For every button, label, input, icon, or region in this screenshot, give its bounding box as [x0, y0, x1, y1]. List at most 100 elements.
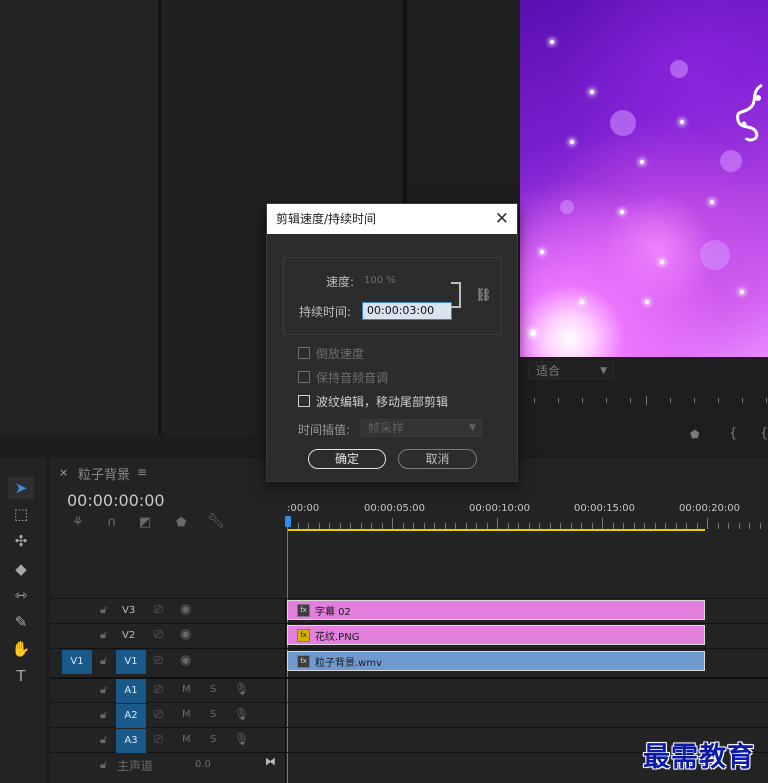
lock-icon[interactable]: 🔓︎	[100, 683, 107, 697]
microphone-icon[interactable]: 🎙︎	[234, 707, 249, 721]
clip-v3[interactable]: fx 字幕 02	[287, 600, 705, 620]
wrench-icon[interactable]: 🔧︎	[207, 513, 225, 529]
selection-tool-icon[interactable]: ➤	[8, 477, 34, 499]
clip-fx-icon: fx	[297, 604, 310, 617]
sequence-tab[interactable]: 粒子背景	[78, 464, 130, 483]
sync-lock-icon[interactable]: ⎚	[154, 628, 163, 642]
solo-button[interactable]: S	[210, 684, 216, 695]
mute-button[interactable]: M	[182, 709, 191, 720]
eye-icon[interactable]: ◉	[180, 602, 191, 617]
clip-v1[interactable]: fx 粒子背景.wmv	[287, 651, 705, 671]
linked-selection-icon[interactable]: ◩	[139, 515, 151, 530]
ripple-edit-label: 波纹编辑，移动尾部剪辑	[316, 395, 449, 409]
clip-fx-icon: fx	[297, 655, 310, 668]
track-target-a2[interactable]: A2	[116, 704, 146, 728]
lock-icon[interactable]: 🔓︎	[100, 654, 107, 668]
source-panel-left	[0, 0, 158, 435]
track-target-v1[interactable]: V1	[116, 650, 146, 674]
link-bracket	[451, 282, 461, 308]
eye-icon[interactable]: ◉	[180, 627, 191, 642]
timeline-timecode[interactable]: 00:00:00:00	[67, 491, 165, 510]
mark-out-icon[interactable]: {	[760, 426, 768, 441]
track-target-a3[interactable]: A3	[116, 729, 146, 753]
close-icon[interactable]: ×	[59, 466, 68, 479]
duration-label: 持续时间:	[299, 305, 352, 319]
sync-lock-icon[interactable]: ⎚	[154, 654, 163, 668]
ripple-edit-tool-icon[interactable]: ✣	[8, 530, 34, 552]
source-patch-v1[interactable]: V1	[62, 650, 92, 674]
mute-button[interactable]: M	[182, 684, 191, 695]
microphone-icon[interactable]: 🎙︎	[234, 732, 249, 746]
ruler-label: 00:00:20:00	[679, 503, 741, 514]
close-icon[interactable]: ✕	[495, 204, 509, 234]
chain-link-icon[interactable]: ⛓︎	[475, 288, 492, 303]
chevron-down-icon: ▼	[600, 366, 607, 376]
program-mini-ruler	[528, 396, 768, 406]
ruler-tick	[497, 518, 498, 529]
ruler-label: 00:00:15:00	[574, 503, 636, 514]
lock-icon[interactable]: 🔓︎	[100, 708, 107, 722]
sync-lock-icon[interactable]: ⎚	[154, 603, 163, 617]
clip-name: 花纹.PNG	[315, 632, 360, 643]
maintain-pitch-checkbox[interactable]	[298, 371, 310, 383]
speed-duration-group	[283, 257, 502, 335]
go-to-end-icon[interactable]: ⧓	[265, 755, 276, 768]
mute-button[interactable]: M	[182, 734, 191, 745]
ruler-tick	[760, 523, 761, 529]
chevron-down-icon: ▼	[469, 423, 476, 433]
solo-button[interactable]: S	[210, 709, 216, 720]
time-interp-value: 帧采样	[368, 421, 405, 435]
pen-tool-icon[interactable]: ✎	[8, 611, 34, 633]
track-name[interactable]: V2	[122, 630, 135, 641]
clip-v2[interactable]: fx 花纹.PNG	[287, 625, 705, 645]
microphone-icon[interactable]: 🎙︎	[234, 682, 249, 696]
ornament-icon	[736, 83, 763, 142]
ruler-tick	[718, 523, 719, 529]
master-track-label: 主声道	[117, 759, 154, 773]
ok-button[interactable]: 确定	[308, 449, 386, 469]
lock-icon[interactable]: 🔓︎	[100, 758, 107, 772]
slip-tool-icon[interactable]: ⇿	[8, 584, 34, 606]
ruler-label: :00:00	[287, 503, 320, 514]
add-marker-icon[interactable]: ⬟	[176, 515, 186, 529]
track-name[interactable]: V3	[122, 605, 135, 616]
duration-input[interactable]: 00:00:03:00	[362, 302, 452, 320]
clip-speed-dialog: 剪辑速度/持续时间 ✕ 速度: 100 % 持续时间: 00:00:03:00 …	[266, 203, 518, 482]
lock-icon[interactable]: 🔓︎	[100, 628, 107, 642]
time-interp-select[interactable]: 帧采样 ▼	[361, 419, 482, 437]
fit-select-value: 适合	[536, 364, 561, 378]
snap-icon[interactable]: ∩	[107, 515, 117, 530]
hand-tool-icon[interactable]: ✋	[8, 638, 34, 660]
ruler-tick	[728, 523, 729, 529]
sync-lock-icon[interactable]: ⎚	[154, 733, 163, 747]
dialog-title: 剪辑速度/持续时间	[267, 204, 517, 234]
menu-icon[interactable]: ≡	[137, 465, 147, 479]
eye-icon[interactable]: ◉	[180, 653, 191, 668]
lock-icon[interactable]: 🔓︎	[100, 603, 107, 617]
reverse-speed-checkbox[interactable]	[298, 347, 310, 359]
sync-lock-icon[interactable]: ⎚	[154, 708, 163, 722]
fit-select[interactable]: 适合 ▼	[528, 361, 614, 379]
track-target-a1[interactable]: A1	[116, 679, 146, 703]
mark-in-icon[interactable]: {	[729, 426, 737, 441]
cancel-button[interactable]: 取消	[398, 449, 477, 469]
ruler-label: 00:00:10:00	[469, 503, 531, 514]
type-tool-icon[interactable]: T	[8, 665, 34, 687]
maintain-pitch-label: 保持音频音调	[316, 371, 389, 385]
razor-tool-icon[interactable]: ◆	[8, 558, 34, 580]
work-area-bar[interactable]	[287, 529, 705, 531]
playhead-handle[interactable]	[285, 516, 291, 527]
speed-value[interactable]: 100 %	[364, 275, 396, 286]
solo-button[interactable]: S	[210, 734, 216, 745]
track-select-tool-icon[interactable]: ⬚	[8, 503, 34, 525]
ruler-tick	[392, 518, 393, 529]
master-volume-value[interactable]: 0.0	[195, 759, 211, 770]
program-monitor-preview	[520, 0, 768, 357]
sync-lock-icon[interactable]: ⎚	[154, 683, 163, 697]
clip-name: 粒子背景.wmv	[315, 658, 383, 669]
ripple-edit-checkbox[interactable]	[298, 395, 310, 407]
lock-icon[interactable]: 🔓︎	[100, 733, 107, 747]
clip-fx-icon: fx	[297, 629, 310, 642]
add-marker-icon[interactable]: ⬟	[690, 428, 700, 441]
nest-icon[interactable]: ⚘	[72, 515, 84, 530]
